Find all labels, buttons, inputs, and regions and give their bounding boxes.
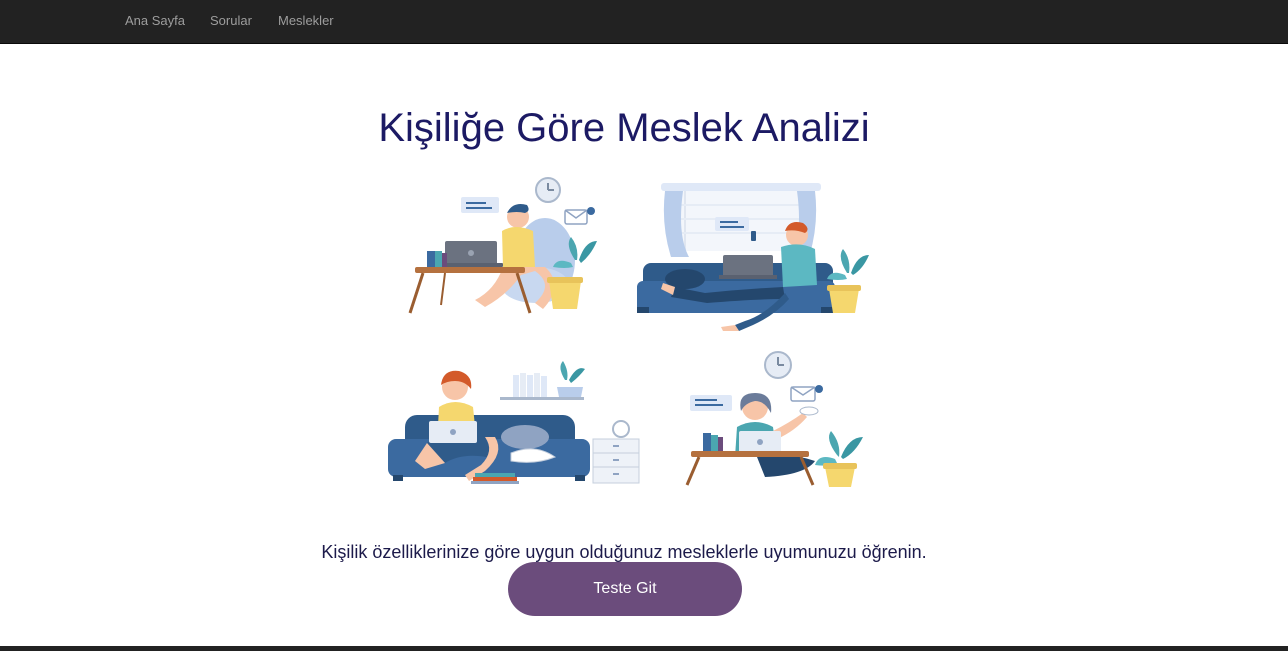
- page-subtitle: Kişilik özelliklerinize göre uygun olduğ…: [0, 542, 1288, 563]
- scene-woman-table: [685, 351, 863, 487]
- remote-work-people-illustration: [388, 177, 869, 487]
- footer-bar: [0, 646, 1288, 651]
- nav-link-professions[interactable]: Meslekler: [278, 13, 334, 28]
- start-test-button[interactable]: Teste Git: [508, 562, 742, 616]
- top-navbar: Ana Sayfa Sorular Meslekler: [0, 0, 1288, 44]
- scene-man-sofa: [637, 183, 869, 331]
- scene-man-beanbag: [408, 177, 597, 314]
- scene-woman-sofa: [388, 361, 640, 484]
- page-subtitle-text: Kişilik özelliklerinize göre uygun olduğ…: [321, 542, 927, 562]
- nav-link-questions[interactable]: Sorular: [210, 13, 252, 28]
- page-title-text: Kişiliğe Göre Meslek Analizi: [378, 106, 870, 150]
- nav-link-home[interactable]: Ana Sayfa: [125, 13, 185, 28]
- page-title: Kişiliğe Göre Meslek Analizi: [0, 106, 1288, 151]
